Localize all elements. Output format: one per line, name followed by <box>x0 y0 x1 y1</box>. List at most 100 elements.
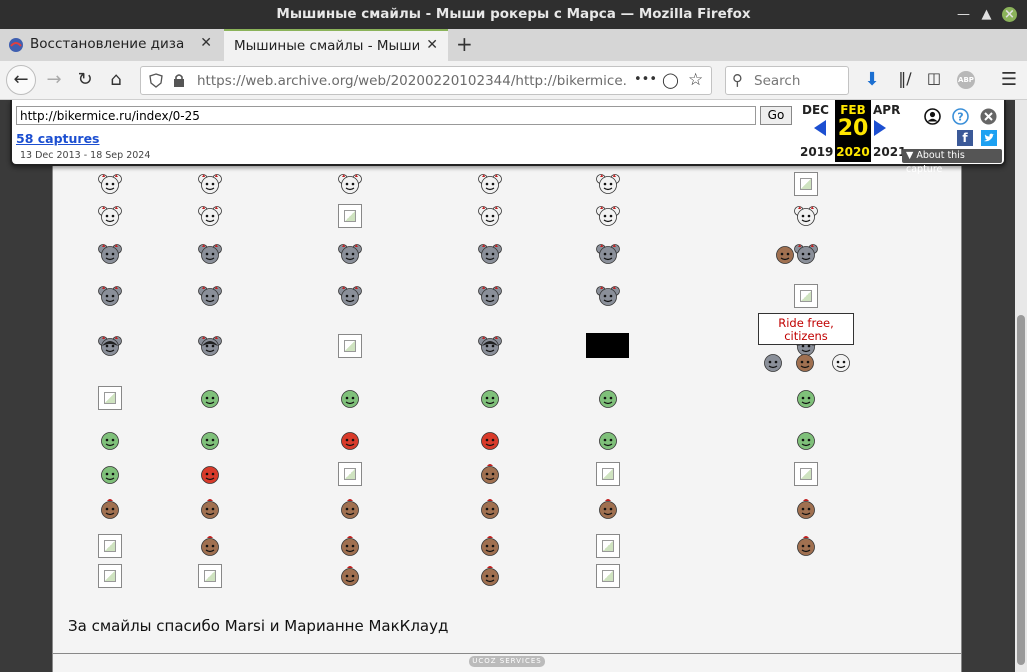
dropdown-triangle-icon: ▼ <box>906 150 914 161</box>
lock-icon[interactable] <box>173 73 185 88</box>
new-tab-icon[interactable]: + <box>456 32 473 56</box>
smiley-icon <box>195 384 225 412</box>
broken-image-frame <box>596 462 620 486</box>
smiley-face-icon <box>764 354 782 372</box>
smiley-icon <box>475 532 505 560</box>
broken-image-frame <box>794 284 818 308</box>
sign-text: Ride free, citizens <box>778 316 834 343</box>
smiley-face-icon <box>101 432 119 450</box>
smiley-icon <box>95 282 125 310</box>
ucoz-badge[interactable]: UCOZ SERVICES <box>469 656 545 667</box>
smiley-face-icon <box>481 566 499 586</box>
broken-image-icon <box>95 384 125 412</box>
current-capture: FEB 20 2020 <box>835 100 871 162</box>
user-account-icon[interactable] <box>924 108 941 125</box>
facebook-icon[interactable]: f <box>957 130 973 146</box>
forward-button[interactable]: → <box>42 69 66 90</box>
smiley-icon <box>791 384 821 412</box>
broken-image-icon <box>335 332 365 360</box>
broken-image-icon <box>791 460 821 488</box>
broken-image-icon <box>593 562 623 590</box>
broken-image-frame <box>596 564 620 588</box>
wayback-url-input[interactable] <box>16 106 756 125</box>
smiley-face-icon <box>478 244 502 264</box>
smiley-face-icon <box>478 206 502 226</box>
url-bar[interactable]: https://web.archive.org/web/202002201023… <box>140 66 712 95</box>
smiley-face-icon <box>341 390 359 408</box>
next-month-label[interactable]: APR <box>873 103 900 117</box>
home-icon[interactable]: ⌂ <box>104 69 128 90</box>
capture-date-range: 13 Dec 2013 - 18 Sep 2024 <box>20 150 151 161</box>
prev-year-label[interactable]: 2019 <box>800 145 833 159</box>
smiley-face-icon <box>478 286 502 306</box>
scrollbar-thumb[interactable] <box>1017 315 1025 665</box>
search-icon: ⚲ <box>732 71 743 89</box>
sidebar-icon[interactable]: ◫ <box>922 69 946 87</box>
downloads-icon[interactable]: ⬇ <box>860 69 884 90</box>
current-day-label: 20 <box>837 116 869 141</box>
twitter-icon[interactable] <box>981 130 997 146</box>
adblock-icon[interactable]: ABP <box>957 71 975 89</box>
broken-image-frame <box>98 564 122 588</box>
smiley-icon <box>791 532 821 560</box>
library-icon[interactable]: ‖∕ <box>893 69 917 88</box>
minimize-icon[interactable]: — <box>956 7 971 22</box>
back-button[interactable]: ← <box>6 65 36 95</box>
current-year-label: 2020 <box>836 145 870 159</box>
tab-restore-design[interactable]: Восстановление дизайна! ✕ <box>0 29 222 61</box>
tab-close-icon[interactable]: ✕ <box>426 37 438 53</box>
smiley-icon <box>475 240 505 268</box>
smiley-icon <box>475 332 505 360</box>
smiley-face-icon <box>599 390 617 408</box>
next-capture-arrow-icon[interactable] <box>874 120 886 136</box>
smiley-face-icon <box>797 499 815 519</box>
smiley-face-icon <box>198 244 222 264</box>
tab-biker-mice[interactable]: Мышиные смайлы - Мыши рокер ✕ <box>224 29 448 61</box>
window-title: Мышиные смайлы - Мыши рокеры с Марса — M… <box>276 6 751 22</box>
smiley-icon <box>791 495 821 523</box>
tab-close-icon[interactable]: ✕ <box>200 35 212 51</box>
smiley-face-icon <box>98 206 122 226</box>
search-box[interactable]: ⚲ Search <box>725 66 849 95</box>
firefox-window: Мышиные смайлы - Мыши рокеры с Марса — M… <box>0 0 1027 672</box>
smiley-icon <box>335 532 365 560</box>
smiley-face-icon <box>599 432 617 450</box>
smiley-icon <box>195 460 225 488</box>
smiley-icon <box>593 240 623 268</box>
close-toolbar-icon[interactable] <box>980 108 997 125</box>
thanks-text: За смайлы спасибо Marsi и Марианне МакКл… <box>68 617 449 635</box>
about-capture-button[interactable]: ▼ About this capture <box>902 149 1002 175</box>
prev-capture-arrow-icon[interactable] <box>814 120 826 136</box>
wayback-toolbar: Go 58 captures 13 Dec 2013 - 18 Sep 2024… <box>10 100 1006 175</box>
reload-icon[interactable]: ↻ <box>73 69 97 90</box>
smiley-face-icon <box>596 286 620 306</box>
smiley-face-icon <box>596 174 620 194</box>
captures-link[interactable]: 58 captures <box>16 131 100 146</box>
help-icon[interactable]: ? <box>952 108 969 125</box>
smiley-icon <box>95 170 125 198</box>
close-window-icon[interactable]: × <box>1002 7 1017 22</box>
smiley-face-icon <box>596 244 620 264</box>
vertical-scrollbar[interactable] <box>1015 100 1027 672</box>
search-placeholder: Search <box>754 73 801 89</box>
smiley-icon <box>335 282 365 310</box>
prev-month-label[interactable]: DEC <box>802 103 829 117</box>
smiley-face-icon <box>481 536 499 556</box>
menu-icon[interactable]: ☰ <box>997 69 1021 90</box>
smiley-face-icon <box>797 536 815 556</box>
smiley-face-icon <box>201 432 219 450</box>
smiley-icon <box>475 495 505 523</box>
wayback-go-button[interactable]: Go <box>760 106 792 125</box>
maximize-icon[interactable]: ▲ <box>979 7 994 22</box>
smiley-face-icon <box>341 566 359 586</box>
smiley-icon <box>335 426 365 454</box>
pocket-icon[interactable]: ◯ <box>662 71 679 89</box>
shield-icon[interactable] <box>149 73 163 88</box>
page-actions-icon[interactable]: ••• <box>634 72 657 87</box>
smiley-icon <box>195 495 225 523</box>
bookmark-star-icon[interactable]: ☆ <box>688 70 703 90</box>
smiley-icon <box>593 426 623 454</box>
smiley-face-icon <box>481 390 499 408</box>
broken-image-frame <box>198 564 222 588</box>
broken-image-frame <box>596 534 620 558</box>
